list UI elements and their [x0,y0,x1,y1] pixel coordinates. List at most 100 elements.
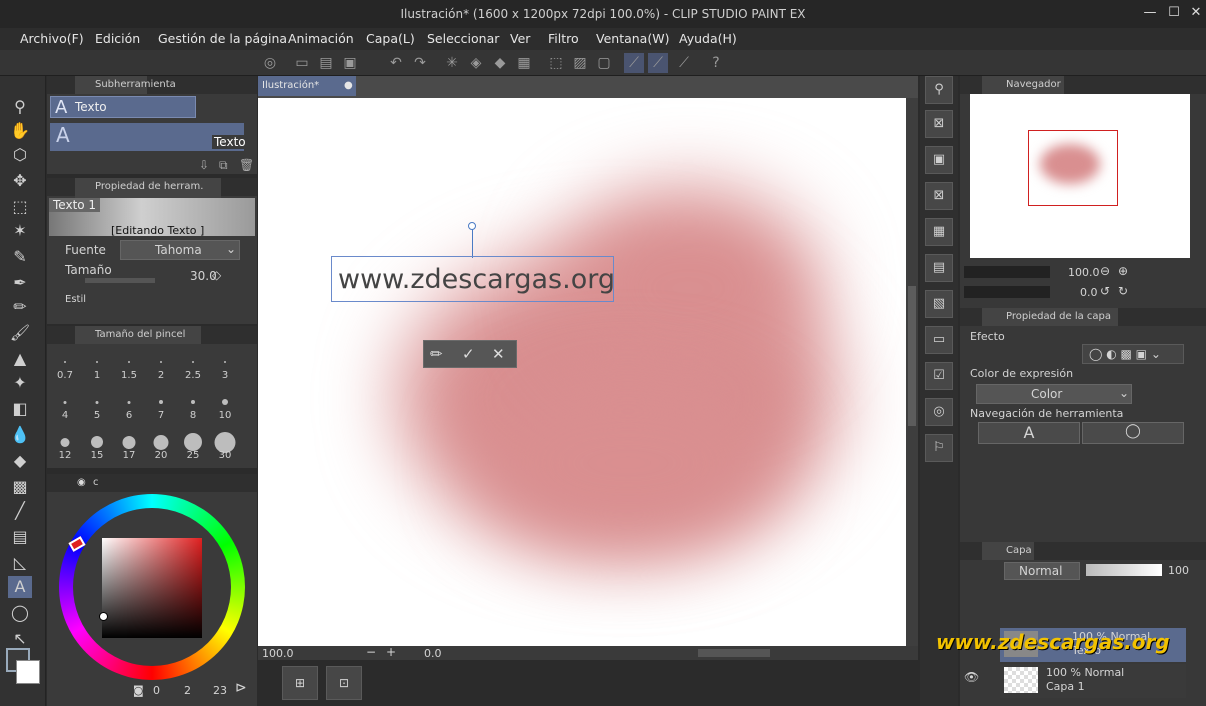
vertical-scrollbar[interactable] [906,98,918,646]
subtool-item-texto[interactable]: A Texto [50,96,196,118]
menu-ver[interactable]: Ver [510,31,530,46]
brush-size-cell[interactable]: 1.5 [113,346,145,384]
menu-animacion[interactable]: Animación [288,31,354,46]
brush-size-cell[interactable]: 8 [177,386,209,424]
save-icon[interactable]: ▣ [340,53,360,73]
clear-outside-icon[interactable]: ◈ [466,53,486,73]
saturation-square[interactable] [102,538,202,638]
tab-close-icon[interactable]: ● [344,76,353,96]
brush-size-cell[interactable]: 5 [81,386,113,424]
menu-seleccionar[interactable]: Seleccionar [427,31,499,46]
zoom-out-icon[interactable]: − [366,645,376,659]
move-layer-icon[interactable]: ✥ [8,170,32,192]
canvas-tab[interactable]: Ilustración* ● [258,76,356,96]
snap-grid-icon[interactable]: ⟋ [674,53,694,73]
show-selection-icon[interactable]: ▢ [594,53,614,73]
brush-size-cell[interactable]: 30 [209,426,241,464]
text-tool-icon[interactable]: A [8,576,32,598]
material-icon-9[interactable]: ◎ [925,398,953,426]
size-slider[interactable] [85,278,155,283]
redo-icon[interactable]: ↷ [410,53,430,73]
eye-icon[interactable]: 👁 [964,670,979,684]
font-select[interactable]: Tahoma ⌄ [120,240,240,260]
fill-bucket-icon[interactable]: ◆ [8,450,32,472]
menu-archivo[interactable]: Archivo(F) [20,31,84,46]
opacity-slider[interactable] [1086,564,1162,576]
nav-zoom-out-icon[interactable]: ⊖ [1100,264,1110,278]
brush-size-cell[interactable]: 6 [113,386,145,424]
snap-ruler-icon[interactable]: ⟋ [624,53,644,73]
new-file-icon[interactable]: ▭ [292,53,312,73]
help-icon[interactable]: ? [706,53,726,73]
effect-buttons[interactable]: ◯ ◐ ▩ ▣ ⌄ [1082,344,1184,364]
menu-gestion-pagina[interactable]: Gestión de la página [158,31,287,46]
invert-selection-icon[interactable]: ▨ [570,53,590,73]
brush-icon[interactable]: 🖌 [8,322,32,344]
brush-size-cell[interactable]: 10 [209,386,241,424]
nav-text-button[interactable]: A [978,422,1080,444]
zoom-tool-icon[interactable]: ⚲ [8,96,32,118]
pen-icon[interactable]: ✒ [8,272,32,294]
cancel-icon[interactable]: ✕ [492,345,505,363]
menu-edicion[interactable]: Edición [95,31,140,46]
text-bounding-box[interactable]: www.zdescargas.org [331,256,615,302]
eyedropper-icon[interactable]: ✎ [8,246,32,268]
clear-icon[interactable]: ✳ [442,53,462,73]
blend-mode-select[interactable]: Normal [1004,562,1080,580]
sub-color-swatch[interactable] [16,660,40,684]
hand-tool-icon[interactable]: ✋ [8,120,32,142]
layer-row-capa1[interactable]: 100 % Normal Capa 1 [1000,664,1186,698]
maximize-button[interactable]: ☐ [1164,5,1184,23]
zoom-in-icon[interactable]: + [386,645,396,659]
canvas-paper[interactable]: www.zdescargas.org ✏ ✓ ✕ [258,98,906,646]
brush-size-cell[interactable]: 4 [49,386,81,424]
correct-line-icon[interactable]: ↖ [8,628,32,650]
navigator-angle-slider[interactable] [964,286,1050,298]
brush-size-cell[interactable]: 15 [81,426,113,464]
color-wheel-tab-icon[interactable]: ◉ [77,474,86,492]
open-file-icon[interactable]: ▤ [316,53,336,73]
spin-icon[interactable]: ◇ [212,268,221,282]
rotate-right-icon[interactable]: ↻ [1118,284,1128,298]
material-icon-3[interactable]: ⊠ [925,182,953,210]
center-canvas-icon[interactable]: ⊡ [326,666,362,700]
menu-filtro[interactable]: Filtro [548,31,579,46]
sv-handle[interactable] [99,612,108,621]
airbrush-icon[interactable]: ▲ [8,348,32,370]
navigator-viewport[interactable] [1028,130,1118,206]
material-icon-2[interactable]: ▣ [925,146,953,174]
search-icon[interactable]: ⚲ [925,76,953,104]
balloon-icon[interactable]: ◯ [8,602,32,624]
material-icon-5[interactable]: ▤ [925,254,953,282]
brush-size-cell[interactable]: 12 [49,426,81,464]
figure-icon[interactable]: ╱ [8,500,32,522]
color-settings-icon[interactable]: ⊳ [235,680,247,696]
navigator-preview[interactable] [970,94,1190,258]
ruler-icon[interactable]: ◺ [8,552,32,574]
edit-pen-icon[interactable]: ✏ [430,345,443,363]
minimize-button[interactable]: — [1140,5,1160,23]
brush-size-cell[interactable]: 7 [145,386,177,424]
frame-icon[interactable]: ▤ [8,526,32,548]
brush-size-cell[interactable]: 2.5 [177,346,209,384]
rotate-left-icon[interactable]: ↺ [1100,284,1110,298]
brush-size-cell[interactable]: 2 [145,346,177,384]
blend-icon[interactable]: 💧 [8,424,32,446]
gradient-icon[interactable]: ▩ [8,476,32,498]
material-icon-4[interactable]: ▦ [925,218,953,246]
decoration-icon[interactable]: ✦ [8,372,32,394]
brush-size-cell[interactable]: 25 [177,426,209,464]
material-icon-8[interactable]: ☑ [925,362,953,390]
vertical-scroll-thumb[interactable] [908,286,916,426]
snap-special-ruler-icon[interactable]: ⟋ [648,53,668,73]
canvas-text[interactable]: www.zdescargas.org [338,264,615,295]
material-icon-10[interactable]: ⚐ [925,434,953,462]
undo-icon[interactable]: ↶ [386,53,406,73]
material-icon-6[interactable]: ▧ [925,290,953,318]
navigator-zoom-slider[interactable] [964,266,1050,278]
confirm-icon[interactable]: ✓ [462,345,475,363]
layer-panel-toggle-icon[interactable]: ⊞ [282,666,318,700]
pencil-icon[interactable]: ✏ [8,296,32,318]
transform-icon[interactable]: ▦ [514,53,534,73]
fill-icon[interactable]: ◆ [490,53,510,73]
